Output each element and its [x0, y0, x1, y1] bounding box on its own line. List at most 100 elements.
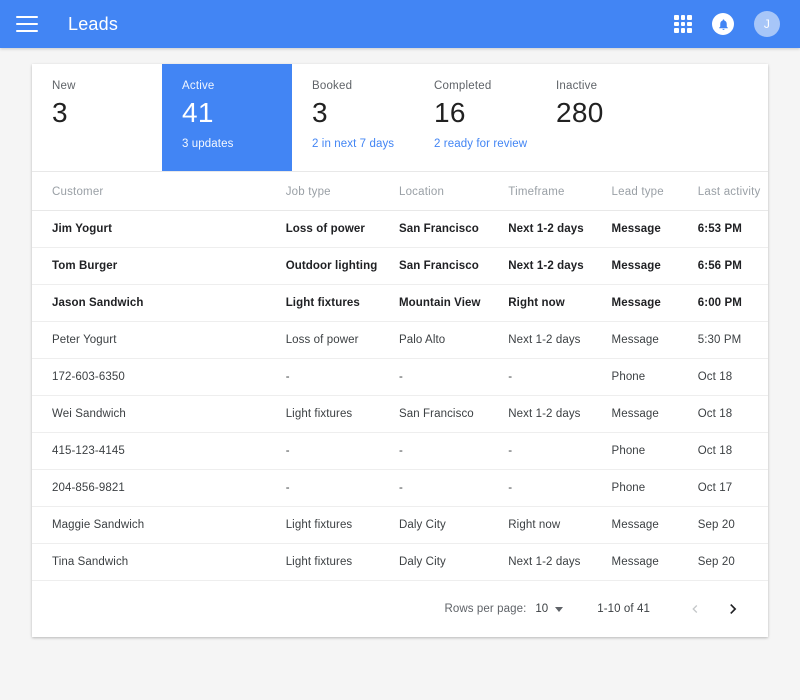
- cell-customer: Maggie Sandwich: [32, 506, 286, 544]
- rows-per-page-value: 10: [535, 603, 549, 615]
- table-row[interactable]: Wei Sandwich Light fixtures San Francisco N…: [32, 395, 768, 433]
- stat-sublabel: 3 updates: [182, 137, 234, 150]
- table-row[interactable]: Tom Burger Outdoor lighting San Francisco N…: [32, 247, 768, 285]
- page-content: New 3 Active 41 3 updates Booked 3 2 in …: [0, 48, 800, 653]
- cell-last-activity: Oct 18: [697, 395, 768, 433]
- stat-sublabel[interactable]: 2 ready for review: [434, 138, 536, 150]
- cell-last-activity: 6:56 PM: [697, 247, 768, 285]
- cell-location: Daly City: [398, 506, 509, 544]
- cell-lead-type: Phone: [611, 432, 698, 470]
- cell-timeframe: Next 1-2 days: [508, 247, 612, 285]
- table-row[interactable]: Jim Yogurt Loss of power San Francisco Next…: [32, 210, 768, 248]
- column-header-location[interactable]: Location: [398, 172, 509, 211]
- previous-page-button[interactable]: [678, 592, 712, 626]
- cell-last-activity: Oct 18: [697, 432, 768, 470]
- cell-location: San Francisco: [398, 395, 509, 433]
- table-row[interactable]: Peter Yogurt Loss of power Palo Alto Next 1…: [32, 321, 768, 359]
- table-row[interactable]: Jason Sandwich Light fixtures Mountain Vie…: [32, 284, 768, 322]
- table-header-row: Customer Job type Location Timeframe Lea…: [32, 172, 768, 211]
- apps-grid-icon[interactable]: [674, 15, 692, 33]
- stat-card-active[interactable]: Active 41 3 updates: [162, 64, 292, 171]
- cell-lead-type: Message: [611, 321, 698, 359]
- cell-location: -: [398, 358, 509, 396]
- stat-value: 16: [434, 97, 466, 128]
- cell-lead-type: Message: [611, 284, 698, 322]
- cell-job-type: -: [285, 358, 399, 396]
- cell-lead-type: Message: [611, 506, 698, 544]
- stat-label: Active: [182, 80, 215, 92]
- stat-card-new[interactable]: New 3: [32, 64, 162, 171]
- table-row[interactable]: 415-123-4145- - - Phone Oct 18: [32, 432, 768, 470]
- cell-job-type: Light fixtures: [285, 395, 399, 433]
- cell-location: Daly City: [398, 543, 509, 581]
- cell-lead-type: Message: [611, 395, 698, 433]
- cell-job-type: Outdoor lighting: [285, 247, 399, 285]
- column-header-customer[interactable]: Customer: [32, 172, 286, 211]
- cell-timeframe: Right now: [508, 506, 612, 544]
- cell-job-type: -: [285, 469, 399, 507]
- hamburger-menu-icon[interactable]: [16, 16, 38, 32]
- cell-customer: 172-603-6350: [32, 358, 286, 396]
- app-bar-actions: J: [674, 11, 780, 37]
- stat-card-completed[interactable]: Completed 16 2 ready for review: [414, 64, 536, 171]
- table-row[interactable]: 204-856-9821- - - Phone Oct 17: [32, 469, 768, 507]
- avatar[interactable]: J: [754, 11, 780, 37]
- cell-timeframe: Next 1-2 days: [508, 210, 612, 248]
- cell-job-type: Loss of power: [285, 210, 399, 248]
- leads-card: New 3 Active 41 3 updates Booked 3 2 in …: [32, 64, 768, 637]
- table-row[interactable]: 172-603-6350- - - Phone Oct 18: [32, 358, 768, 396]
- cell-customer: Peter Yogurt: [32, 321, 286, 359]
- cell-customer: Tom Burger: [32, 247, 286, 285]
- cell-timeframe: -: [508, 469, 612, 507]
- stat-card-inactive[interactable]: Inactive 280: [536, 64, 658, 171]
- cell-last-activity: 6:00 PM: [697, 284, 768, 322]
- stat-value: 41: [182, 97, 214, 128]
- cell-location: Palo Alto: [398, 321, 509, 359]
- rows-per-page-select[interactable]: 10: [535, 603, 564, 615]
- column-header-timeframe[interactable]: Timeframe: [508, 172, 612, 211]
- stat-label: Inactive: [556, 80, 598, 92]
- cell-customer: Jim Yogurt: [32, 210, 286, 248]
- cell-customer: 415-123-4145: [32, 432, 286, 470]
- column-header-last-activity[interactable]: Last activity: [697, 172, 768, 211]
- stat-value: 3: [312, 97, 328, 128]
- cell-timeframe: -: [508, 432, 612, 470]
- cell-timeframe: Right now: [508, 284, 612, 322]
- cell-customer: 204-856-9821: [32, 469, 286, 507]
- pagination-bar: Rows per page: 10 1-10 of 41: [32, 581, 768, 637]
- cell-job-type: -: [285, 432, 399, 470]
- page-title: Leads: [68, 13, 119, 34]
- table-row[interactable]: Maggie Sandwich Light fixtures Daly City Ri…: [32, 506, 768, 544]
- stat-sublabel[interactable]: 2 in next 7 days: [312, 138, 414, 150]
- cell-job-type: Light fixtures: [285, 543, 399, 581]
- cell-customer: Tina Sandwich: [32, 543, 286, 581]
- cell-timeframe: -: [508, 358, 612, 396]
- bell-icon[interactable]: [712, 13, 734, 35]
- table-row[interactable]: Tina Sandwich Light fixtures Daly City Next…: [32, 543, 768, 581]
- next-page-button[interactable]: [716, 592, 750, 626]
- cell-customer: Jason Sandwich: [32, 284, 286, 322]
- pagination-range: 1-10 of 41: [597, 603, 650, 615]
- cell-lead-type: Message: [611, 210, 698, 248]
- table-header: Customer Job type Location Timeframe Lea…: [32, 172, 768, 211]
- chevron-down-icon: [555, 606, 564, 612]
- cell-customer: Wei Sandwich: [32, 395, 286, 433]
- cell-job-type: Light fixtures: [285, 284, 399, 322]
- app-bar: Leads J: [0, 0, 800, 48]
- stat-value: 280: [556, 97, 604, 128]
- cell-location: Mountain View: [398, 284, 509, 322]
- column-header-lead-type[interactable]: Lead type: [611, 172, 698, 211]
- cell-job-type: Loss of power: [285, 321, 399, 359]
- stat-label: Completed: [434, 80, 492, 92]
- column-header-job-type[interactable]: Job type: [285, 172, 399, 211]
- stats-strip: New 3 Active 41 3 updates Booked 3 2 in …: [32, 64, 768, 172]
- stat-value: 3: [52, 97, 68, 128]
- stat-card-booked[interactable]: Booked 3 2 in next 7 days: [292, 64, 414, 171]
- cell-lead-type: Phone: [611, 469, 698, 507]
- cell-timeframe: Next 1-2 days: [508, 321, 612, 359]
- cell-location: -: [398, 469, 509, 507]
- cell-last-activity: Oct 18: [697, 358, 768, 396]
- cell-timeframe: Next 1-2 days: [508, 395, 612, 433]
- cell-last-activity: Oct 17: [697, 469, 768, 507]
- cell-last-activity: Sep 20: [697, 543, 768, 581]
